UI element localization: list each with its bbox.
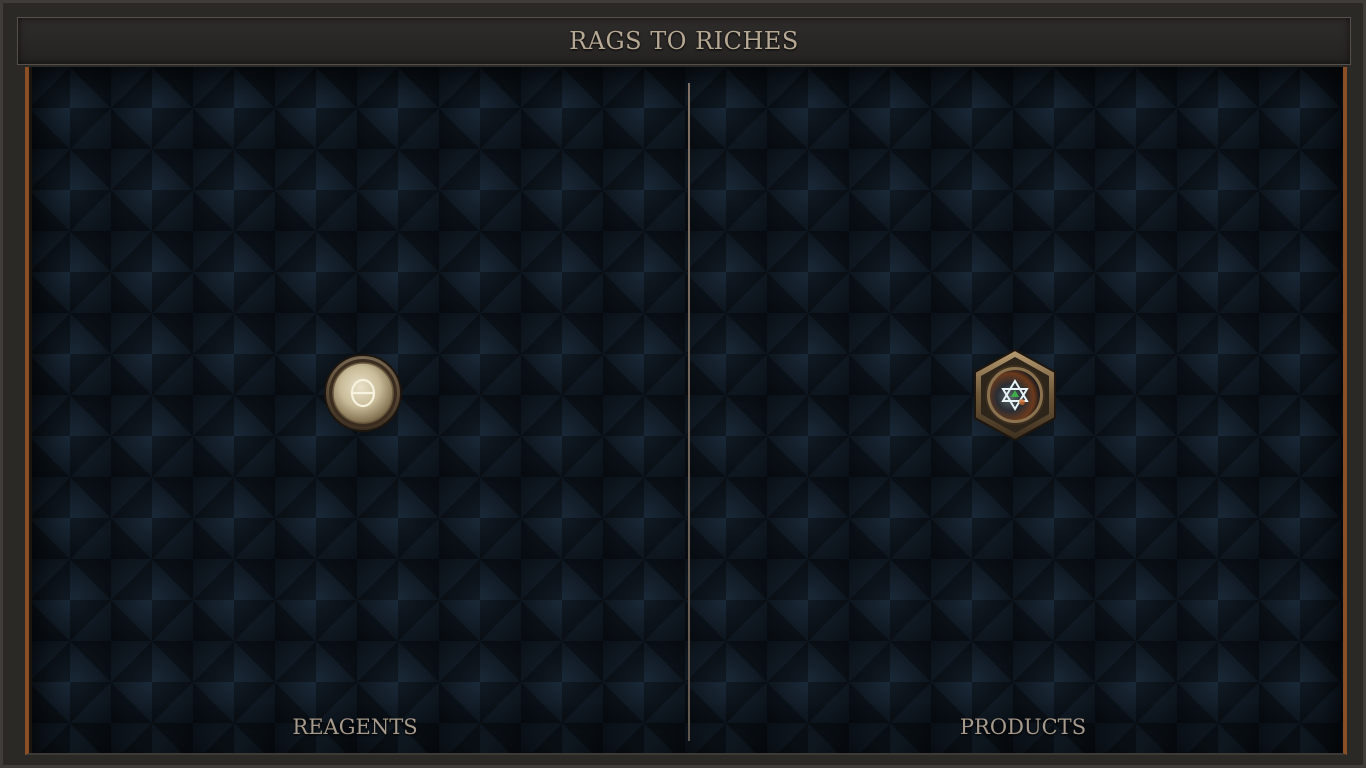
panel-divider <box>688 83 690 741</box>
board-edge <box>29 67 32 753</box>
reagent-slot[interactable] <box>323 353 403 433</box>
theta-coin-icon[interactable] <box>323 353 403 433</box>
reagents-label: REAGENTS <box>292 715 418 739</box>
crafting-board: REAGENTS PRODUCTS <box>25 67 1347 755</box>
hexagram-gem-icon[interactable] <box>973 348 1057 442</box>
product-slot[interactable] <box>973 348 1057 442</box>
products-label: PRODUCTS <box>959 715 1087 739</box>
title-bar: RAGS TO RICHES <box>17 17 1351 65</box>
page-title: RAGS TO RICHES <box>569 27 799 55</box>
window-frame: RAGS TO RICHES REAGENTS PRODUCTS <box>0 0 1366 768</box>
